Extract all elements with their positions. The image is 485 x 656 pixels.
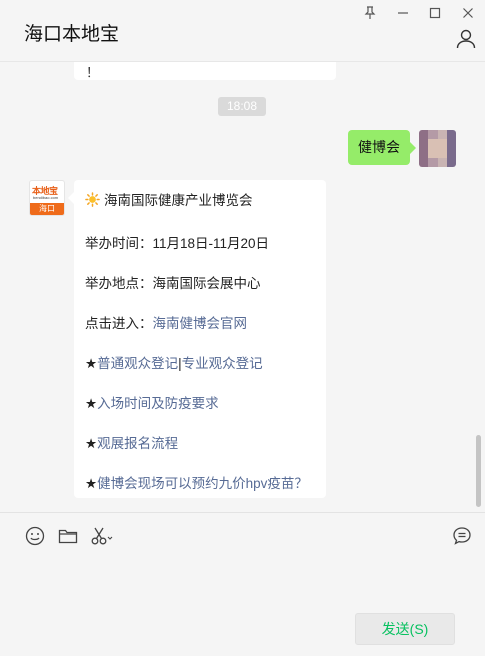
signup-process-link[interactable]: 观展报名流程 <box>97 436 178 451</box>
title-bar: 海口本地宝 <box>0 0 485 62</box>
official-site-line: 点击进入：海南健博会官网 <box>85 312 247 332</box>
folder-icon[interactable] <box>57 525 79 547</box>
signup-process-line: ★观展报名流程 <box>85 432 178 452</box>
message-list[interactable]: ！ 18:08 健博会 本地宝 bendibao.com 海口 海南国际健康产业… <box>0 62 485 512</box>
scissors-icon[interactable] <box>89 525 115 547</box>
minimize-icon[interactable] <box>392 4 414 22</box>
official-site-link[interactable]: 海南健博会官网 <box>153 316 248 331</box>
avatar-city-text: 海口 <box>30 203 64 215</box>
message-title: 海南国际健康产业博览会 <box>104 193 253 208</box>
sun-icon <box>85 192 100 207</box>
input-area[interactable]: 发送(S) <box>0 512 485 656</box>
event-time-label: 举办时间： <box>85 236 153 251</box>
entry-time-line: ★入场时间及防疫要求 <box>85 392 219 412</box>
official-site-label: 点击进入： <box>85 316 153 331</box>
event-place-line: 举办地点：海南国际会展中心 <box>85 272 261 292</box>
professional-registration-link[interactable]: 专业观众登记 <box>182 356 263 371</box>
general-registration-link[interactable]: 普通观众登记 <box>97 356 178 371</box>
star-bullet: ★ <box>85 476 98 491</box>
event-time-line: 举办时间：11月18日-11月20日 <box>85 232 269 252</box>
hpv-vaccine-link[interactable]: 健博会现场可以预约九价hpv疫苗？ <box>97 476 308 491</box>
entry-time-link[interactable]: 入场时间及防疫要求 <box>97 396 219 411</box>
chat-history-icon[interactable] <box>451 525 473 547</box>
message-timestamp: 18:08 <box>218 97 266 116</box>
event-time-value: 11月18日-11月20日 <box>152 236 270 251</box>
maximize-icon[interactable] <box>424 4 446 22</box>
star-bullet: ★ <box>85 436 98 451</box>
chat-scrollbar[interactable] <box>476 435 481 507</box>
close-icon[interactable] <box>457 4 479 22</box>
my-avatar[interactable] <box>419 130 456 167</box>
chat-title: 海口本地宝 <box>24 24 120 45</box>
previous-message-text: ！ <box>86 65 100 80</box>
previous-message-bubble: ！ <box>74 62 336 80</box>
pin-icon[interactable] <box>359 4 381 22</box>
received-message-bubble: 海南国际健康产业博览会 举办时间：11月18日-11月20日 举办地点：海南国际… <box>68 180 326 498</box>
emoji-icon[interactable] <box>24 525 46 547</box>
avatar-url-text: bendibao.com <box>33 195 59 200</box>
hpv-vaccine-line: ★健博会现场可以预约九价hpv疫苗？ <box>85 472 308 492</box>
sent-message-bubble[interactable]: 健博会 <box>348 130 416 165</box>
registration-line: ★普通观众登记|专业观众登记 <box>85 352 263 372</box>
chat-info-icon[interactable] <box>455 28 477 50</box>
sender-avatar[interactable]: 本地宝 bendibao.com 海口 <box>29 180 65 216</box>
star-bullet: ★ <box>85 396 98 411</box>
message-title-line: 海南国际健康产业博览会 <box>85 189 253 209</box>
star-bullet: ★ <box>85 356 98 371</box>
send-button[interactable]: 发送(S) <box>355 613 455 645</box>
event-place-value: 海南国际会展中心 <box>152 276 261 291</box>
event-place-label: 举办地点： <box>85 276 153 291</box>
